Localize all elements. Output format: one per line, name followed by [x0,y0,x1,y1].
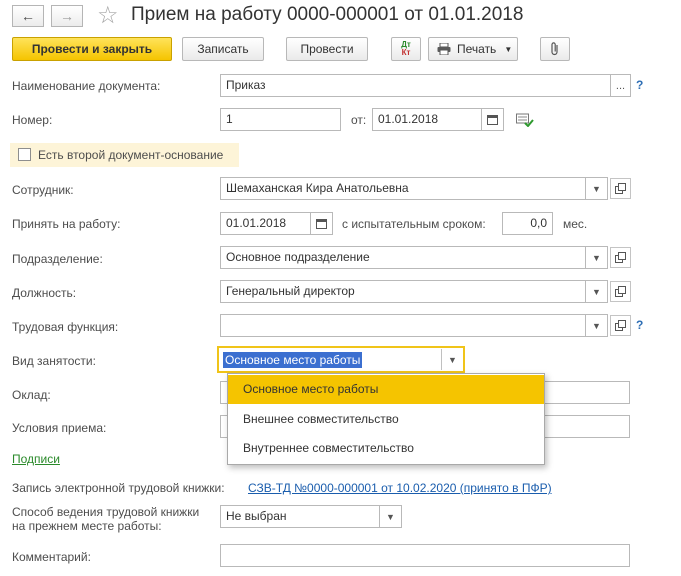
kt-label: Кт [401,48,411,57]
date-label: от: [351,113,367,127]
dropdown-option[interactable]: Внутреннее совместительство [228,434,544,463]
probation-unit: мес. [563,217,588,231]
employment-type-label: Вид занятости: [12,354,96,368]
posting-status-icon[interactable] [516,113,534,130]
employment-type-input[interactable]: Основное место работы [223,352,363,368]
post-and-close-button[interactable]: Провести и закрыть [12,37,172,61]
prev-method-label-line2: на прежнем месте работы: [12,519,162,533]
salary-label: Оклад: [12,388,51,402]
favorite-star-icon[interactable]: ☆ [97,1,119,30]
calendar-icon [316,219,327,229]
hire-date-calendar-button[interactable] [311,212,333,235]
employee-open-button[interactable] [610,178,631,199]
prev-method-input[interactable]: Не выбран [220,505,380,528]
labor-function-help-icon[interactable]: ? [636,318,643,332]
number-label: Номер: [12,113,53,127]
second-basis-label: Есть второй документ-основание [38,148,224,162]
comment-label: Комментарий: [12,550,91,564]
printer-icon [437,43,451,55]
labor-function-label: Трудовая функция: [12,320,119,334]
hire-date-label: Принять на работу: [12,217,121,231]
department-open-button[interactable] [610,247,631,268]
conditions-label: Условия приема: [12,421,107,435]
electronic-record-label: Запись электронной трудовой книжки: [12,481,225,495]
doc-name-input[interactable]: Приказ [220,74,611,97]
employment-type-dropdown-button[interactable]: ▼ [441,349,463,370]
employee-input[interactable]: Шемаханская Кира Анатольевна [220,177,586,200]
doc-name-select-button[interactable]: ... [611,74,631,97]
paperclip-icon [551,42,558,56]
attach-button[interactable] [540,37,570,61]
probation-input[interactable]: 0,0 [502,212,553,235]
open-window-icon [615,252,626,263]
department-dropdown-button[interactable]: ▼ [586,246,608,269]
prev-method-label: Способ ведения трудовой книжки на прежне… [12,505,199,533]
position-dropdown-button[interactable]: ▼ [586,280,608,303]
prev-method-dropdown-button[interactable]: ▼ [380,505,402,528]
electronic-record-link[interactable]: СЗВ-ТД №0000-000001 от 10.02.2020 (приня… [248,481,552,495]
print-label: Печать [457,42,497,56]
dropdown-option[interactable]: Внешнее совместительство [228,405,544,434]
department-input[interactable]: Основное подразделение [220,246,586,269]
open-window-icon [615,320,626,331]
employment-type-dropdown-list: Основное место работы Внешнее совместите… [227,373,545,465]
arrow-left-icon: ← [21,8,35,24]
dt-kt-button[interactable]: Дт Кт [391,37,421,61]
employee-label: Сотрудник: [12,183,74,197]
employee-dropdown-button[interactable]: ▼ [586,177,608,200]
chevron-down-icon: ▼ [504,44,513,54]
back-button[interactable]: ← [12,5,44,27]
help-icon[interactable]: ? [636,78,643,92]
dropdown-option[interactable]: Основное место работы [228,375,544,404]
page-title: Прием на работу 0000-000001 от 01.01.201… [131,4,524,25]
position-label: Должность: [12,286,77,300]
comment-input[interactable] [220,544,630,567]
labor-function-open-button[interactable] [610,315,631,336]
signatures-link[interactable]: Подписи [12,452,60,466]
save-button[interactable]: Записать [182,37,264,61]
probation-label: с испытательным сроком: [342,217,486,231]
forward-button[interactable]: → [51,5,83,27]
doc-name-label: Наименование документа: [12,79,161,93]
number-input[interactable]: 1 [220,108,341,131]
labor-function-input[interactable] [220,314,586,337]
calendar-button[interactable] [482,108,504,131]
position-input[interactable]: Генеральный директор [220,280,586,303]
date-input[interactable]: 01.01.2018 [372,108,482,131]
department-label: Подразделение: [12,252,103,266]
open-window-icon [615,183,626,194]
print-button[interactable]: Печать ▼ [428,37,518,61]
second-basis-checkbox[interactable] [18,148,31,161]
position-open-button[interactable] [610,281,631,302]
open-window-icon [615,286,626,297]
calendar-icon [487,115,498,125]
prev-method-label-line1: Способ ведения трудовой книжки [12,505,200,519]
hire-date-input[interactable]: 01.01.2018 [220,212,311,235]
arrow-right-icon: → [60,8,74,24]
labor-function-dropdown-button[interactable]: ▼ [586,314,608,337]
post-button[interactable]: Провести [286,37,368,61]
